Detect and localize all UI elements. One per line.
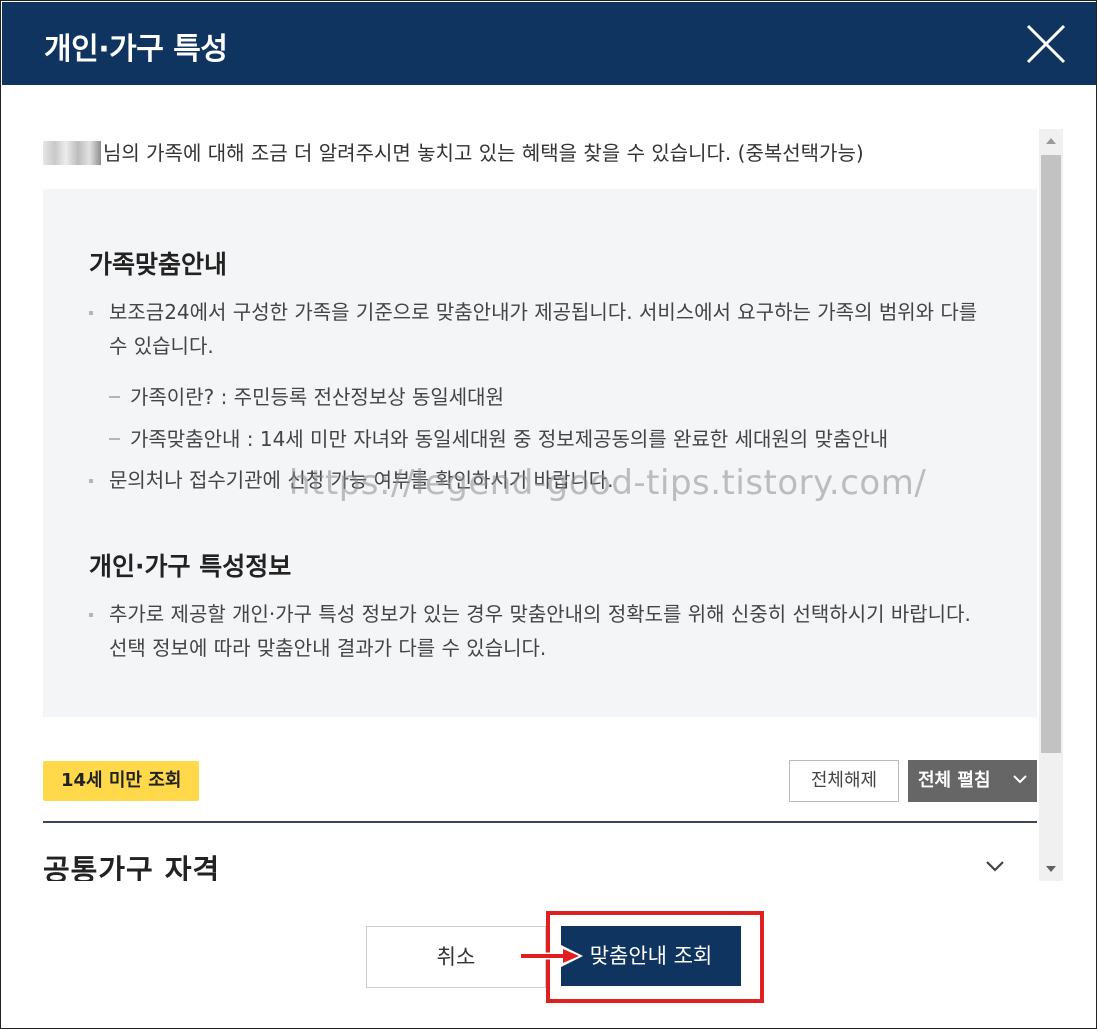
dialog-title: 개인·가구 특성 [44, 32, 228, 67]
guide-box: 가족맞춤안내 보조금24에서 구성한 가족을 기준으로 맞춤안내가 제공됩니다.… [43, 189, 1037, 717]
chevron-down-icon [1013, 775, 1027, 784]
guide-bullet: 추가로 제공할 개인·가구 특성 정보가 있는 경우 맞춤안내의 정확도를 위해… [89, 597, 989, 665]
deselect-all-button[interactable]: 전체해제 [789, 760, 899, 802]
custom-guide-search-button[interactable]: 맞춤안내 조회 [561, 926, 741, 986]
guide-sub-item: 가족이란? : 주민등록 전산정보상 동일세대원 [109, 381, 504, 410]
dialog: 개인·가구 특성 님의 가족에 대해 조금 더 알려주시면 놓치고 있는 혜택을… [0, 0, 1097, 1029]
characteristics-heading: 개인·가구 특성정보 [89, 552, 292, 581]
chevron-down-icon [986, 861, 1004, 872]
intro-text: 님의 가족에 대해 조금 더 알려주시면 놓치고 있는 혜택을 찾을 수 있습니… [43, 137, 864, 166]
guide-sub-item: 가족맞춤안내 : 14세 미만 자녀와 동일세대원 중 정보제공동의를 완료한 … [109, 423, 888, 452]
blurred-user-name [43, 141, 101, 165]
expand-all-button[interactable]: 전체 펼침 [908, 760, 1037, 802]
scroll-down-arrow-icon[interactable] [1039, 857, 1063, 881]
dialog-header: 개인·가구 특성 [2, 2, 1096, 85]
guide-bullet: 문의처나 접수기관에 신청 가능 여부를 확인하시기 바랍니다. [89, 463, 989, 497]
intro-message: 님의 가족에 대해 조금 더 알려주시면 놓치고 있는 혜택을 찾을 수 있습니… [103, 141, 864, 165]
family-guide-heading: 가족맞춤안내 [89, 250, 228, 279]
scrollbar-thumb[interactable] [1041, 155, 1061, 753]
dialog-body: 님의 가족에 대해 조금 더 알려주시면 놓치고 있는 혜택을 찾을 수 있습니… [43, 129, 1037, 881]
accordion-common-household[interactable]: 공통가구 자격 [43, 823, 1037, 881]
under-14-badge[interactable]: 14세 미만 조회 [43, 761, 200, 801]
cancel-button[interactable]: 취소 [366, 926, 546, 988]
expand-all-label: 전체 펼침 [918, 770, 991, 791]
vertical-scrollbar[interactable] [1039, 129, 1063, 881]
accordion-label: 공통가구 자격 [43, 853, 221, 881]
close-button[interactable] [1024, 22, 1068, 66]
scroll-up-arrow-icon[interactable] [1039, 129, 1063, 153]
close-icon [1026, 24, 1066, 64]
guide-bullet: 보조금24에서 구성한 가족을 기준으로 맞춤안내가 제공됩니다. 서비스에서 … [89, 295, 989, 363]
